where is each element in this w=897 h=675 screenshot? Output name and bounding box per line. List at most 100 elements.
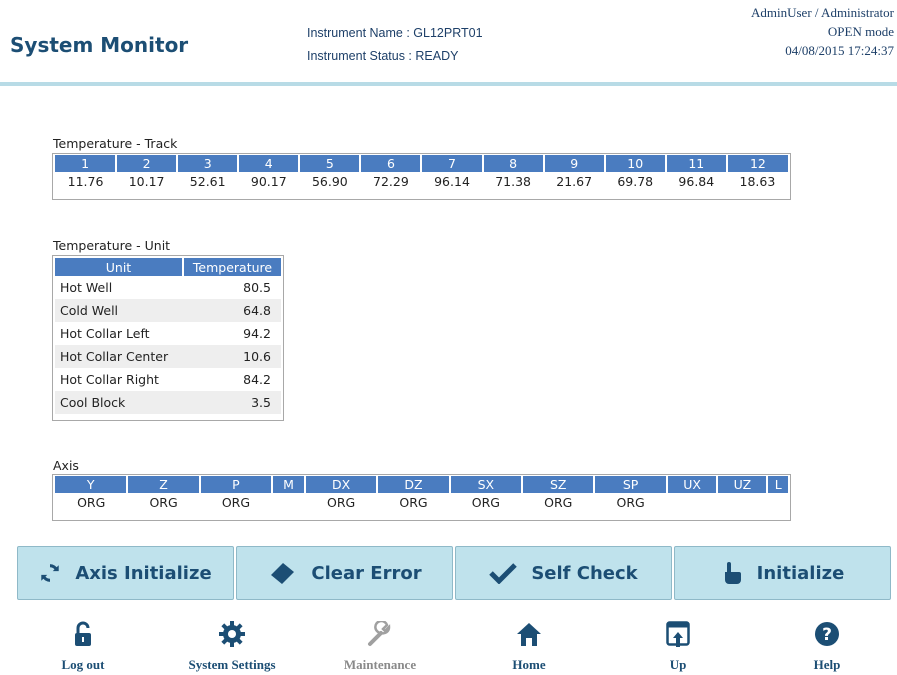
nav-logout[interactable]: Log out <box>18 601 148 675</box>
instrument-info: Instrument Name : GL12PRT01 Instrument S… <box>307 22 483 68</box>
track-value-cell-12: 18.63 <box>739 174 776 189</box>
axis-value-cell-11 <box>717 493 767 512</box>
unit-temperature-value: 3.5 <box>183 391 281 414</box>
track-temperature-label: Temperature - Track <box>53 136 178 151</box>
unit-temperature-value: 94.2 <box>243 326 271 341</box>
unit-row: Hot Collar Right 84.2 <box>55 368 281 391</box>
svg-text:?: ? <box>822 625 832 645</box>
initialize-label: Initialize <box>756 562 845 584</box>
track-value-cell-4: 90.17 <box>250 174 287 189</box>
unit-name: Cool Block <box>55 391 183 414</box>
track-value-row: 11.76 10.17 52.61 90.17 56.90 72.29 96.14 71.38… <box>55 172 788 191</box>
track-value-cell-2: 10.17 <box>128 174 165 189</box>
axis-value-cell-4 <box>272 493 305 512</box>
axis-value-cell-7: ORG <box>471 495 500 510</box>
unit-temperature-value: 10.6 <box>183 345 281 368</box>
track-header-cell-6: 6 <box>360 155 423 172</box>
axis-value-cell-2: ORG <box>149 495 178 510</box>
axis-header-cell-5: DX <box>304 476 379 493</box>
track-value-cell-6: 72.29 <box>373 174 409 189</box>
unit-temperature-grid: Unit Temperature Hot Well 80.5 Cold Well 64… <box>52 255 284 421</box>
clear-error-button[interactable]: Clear Error <box>236 546 453 600</box>
axis-value-cell-12 <box>767 493 788 512</box>
unit-row: Hot Collar Left 94.2 <box>55 322 281 345</box>
instrument-name: Instrument Name : GL12PRT01 <box>307 26 483 40</box>
checkmark-icon <box>489 563 518 584</box>
axis-header-cell-6: DZ <box>377 476 451 493</box>
nav-maintenance[interactable]: Maintenance <box>315 601 445 675</box>
unit-temperature-value: 84.2 <box>243 372 271 387</box>
hand-pointer-icon <box>724 562 741 584</box>
axis-status-grid: Y Z P M DX DZ SX SZ SP UX UZ L ORG ORG ORG ORG ORG ORG OR… <box>52 474 791 521</box>
axis-header-cell-3: P <box>199 476 274 493</box>
axis-value-cell-6: ORG <box>399 495 428 510</box>
track-value-cell-8: 71.38 <box>495 174 531 189</box>
track-value-cell-9: 21.67 <box>556 174 593 189</box>
up-arrow-icon <box>666 621 690 647</box>
eraser-icon <box>271 563 295 584</box>
initialize-button[interactable]: Initialize <box>674 546 891 600</box>
sync-icon <box>41 564 60 582</box>
track-header-row: 1 2 3 4 5 6 7 8 9 10 11 12 <box>55 155 788 172</box>
axis-header-cell-8: SZ <box>522 476 596 493</box>
nav-help[interactable]: ? Help <box>762 601 892 675</box>
system-monitor-screen: System Monitor Instrument Name : GL12PRT… <box>0 0 897 675</box>
nav-home[interactable]: Home <box>464 601 594 675</box>
axis-value-row: ORG ORG ORG ORG ORG ORG ORG ORG <box>55 493 788 512</box>
axis-value-cell-10 <box>667 493 718 512</box>
nav-up-label: Up <box>669 657 687 672</box>
track-header-cell-12: 12 <box>726 155 788 172</box>
axis-value-cell-1: ORG <box>77 495 106 510</box>
unit-column-header: Unit <box>55 258 184 276</box>
track-header-cell-3: 3 <box>177 155 240 172</box>
axis-header-cell-2: Z <box>127 476 201 493</box>
track-value-cell-5: 56.90 <box>311 174 348 189</box>
axis-header-cell-9: SP <box>594 476 668 493</box>
header-bar: System Monitor Instrument Name : GL12PRT… <box>0 0 897 86</box>
axis-initialize-label: Axis Initialize <box>75 562 212 584</box>
wrench-icon <box>368 621 391 646</box>
nav-system-settings-label: System Settings <box>188 657 276 672</box>
track-header-cell-10: 10 <box>604 155 667 172</box>
track-value-cell-7: 96.14 <box>434 174 470 189</box>
track-value-cell-11: 96.84 <box>678 174 715 189</box>
track-header-cell-4: 4 <box>238 155 301 172</box>
track-header-cell-9: 9 <box>543 155 606 172</box>
self-check-button[interactable]: Self Check <box>455 546 672 600</box>
axis-header-cell-1: Y <box>55 476 129 493</box>
access-mode: OPEN mode <box>827 24 894 39</box>
date-time: 04/08/2015 17:24:37 <box>785 43 894 58</box>
unit-row: Hot Well 80.5 <box>55 276 281 299</box>
nav-up[interactable]: Up <box>613 601 743 675</box>
unit-header-row: Unit Temperature <box>55 258 281 276</box>
axis-value-cell-5: ORG <box>327 495 356 510</box>
page-title: System Monitor <box>10 33 189 57</box>
nav-home-label: Home <box>512 657 546 672</box>
home-icon <box>517 623 541 646</box>
monitor-content: Temperature - Track 1 2 3 4 5 6 7 8 9 10 11 12 11.7… <box>0 86 897 546</box>
bottom-nav: Log out System Settings Maintenance Home… <box>0 601 897 675</box>
unit-row: Hot Collar Center 10.6 <box>55 345 281 368</box>
unlock-icon <box>75 621 91 646</box>
track-value-cell-10: 69.78 <box>617 174 654 189</box>
clear-error-label: Clear Error <box>311 562 422 584</box>
axis-header-cell-10: UX <box>666 476 719 493</box>
gear-icon <box>219 621 245 647</box>
unit-temperature-value: 64.8 <box>183 299 281 322</box>
nav-maintenance-label: Maintenance <box>343 657 417 672</box>
axis-header-cell-11: UZ <box>717 476 769 493</box>
axis-header-cell-12: L <box>767 476 788 493</box>
instrument-status: Instrument Status : READY <box>307 49 459 63</box>
unit-name: Cold Well <box>55 299 183 322</box>
self-check-label: Self Check <box>531 562 638 584</box>
unit-row: Cold Well 64.8 <box>55 299 281 322</box>
temperature-column-header: Temperature <box>183 258 281 276</box>
axis-value-cell-8: ORG <box>544 495 573 510</box>
axis-header-cell-4: M <box>272 476 306 493</box>
axis-initialize-button[interactable]: Axis Initialize <box>17 546 234 600</box>
unit-temperature-label: Temperature - Unit <box>53 238 171 253</box>
track-temperature-grid: 1 2 3 4 5 6 7 8 9 10 11 12 11.76 10.17 52.61 90.17 56.9… <box>52 153 791 200</box>
track-header-cell-2: 2 <box>116 155 179 172</box>
track-value-cell-1: 11.76 <box>67 174 104 189</box>
nav-system-settings[interactable]: System Settings <box>167 601 297 675</box>
